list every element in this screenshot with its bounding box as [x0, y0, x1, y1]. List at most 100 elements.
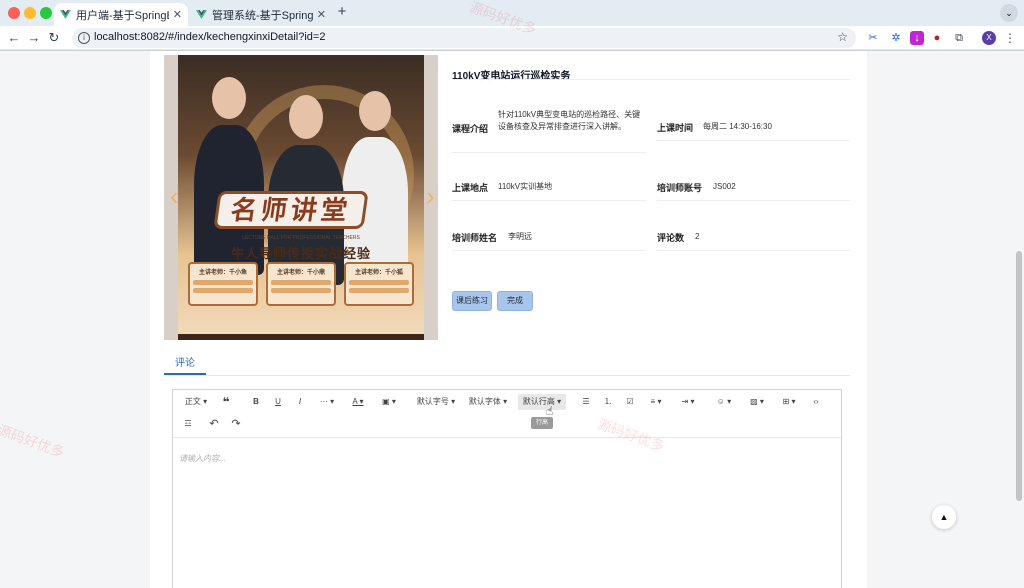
scrollbar-thumb[interactable]	[1016, 251, 1022, 501]
complete-button[interactable]: 完成	[497, 291, 533, 311]
code-view-icon[interactable]: ‹›	[807, 394, 825, 410]
table-icon[interactable]: ⊞ ▾	[777, 394, 801, 410]
font-family-dropdown[interactable]: 默认字体 ▾	[467, 394, 509, 410]
divider	[164, 375, 850, 376]
field-label: 上课时间	[657, 123, 694, 133]
after-class-practice-button[interactable]: 课后练习	[452, 291, 492, 311]
field-trainer-account: 培训师账号 JS002	[657, 181, 850, 201]
vue-logo-icon	[60, 10, 71, 19]
watermark: 源码好优多	[0, 421, 67, 461]
browser-tab-admin[interactable]: 管理系统-基于SpringBoot的电 ✕	[190, 3, 332, 26]
poster-english-text: LECTURE HALL FOR PROFESSIONAL TEACHERS	[242, 235, 360, 241]
speaker-name: 主讲老师：千小鱼	[198, 270, 247, 276]
carousel-next-chevron-icon[interactable]: ›	[426, 183, 435, 209]
course-detail-card: 名师讲堂 LECTURE HALL FOR PROFESSIONAL TEACH…	[150, 51, 867, 588]
bullet-list-icon[interactable]: ☰	[579, 394, 593, 410]
more-styles-icon[interactable]: ··· ▾	[315, 394, 339, 410]
speaker-name: 主讲老师：千小鼎	[276, 270, 325, 276]
emoji-icon[interactable]: ☺ ▾	[713, 394, 735, 410]
reload-icon[interactable]: ↻	[46, 30, 62, 46]
field-class-time: 上课时间 每周二 14:30-16:30	[657, 121, 850, 141]
browser-menu-icon[interactable]: ⋮	[1004, 31, 1016, 45]
font-color-icon[interactable]: A ▾	[347, 394, 369, 410]
speaker-card: 主讲老师：千小鼎	[266, 262, 336, 306]
align-icon[interactable]: ≡ ▾	[645, 394, 667, 410]
mouse-pointer-icon: ☝	[546, 404, 554, 418]
window-close-button[interactable]	[8, 7, 20, 19]
paragraph-style-dropdown[interactable]: 正文 ▾	[183, 394, 209, 410]
poster-speaker-cards: 主讲老师：千小鱼 主讲老师：千小鼎 主讲老师：千小狐	[188, 262, 414, 306]
font-size-label: 默认字号	[416, 397, 449, 406]
field-label: 课程介绍	[452, 124, 489, 134]
tab-close-icon[interactable]: ✕	[317, 8, 326, 21]
divider	[452, 79, 850, 80]
tab-title: 管理系统-基于SpringBoot的电	[212, 9, 313, 22]
undo-icon[interactable]: ↶	[207, 416, 221, 432]
vue-logo-icon	[196, 10, 207, 19]
window-zoom-button[interactable]	[40, 7, 52, 19]
url-text: localhost:8082/#/index/kechengxinxiDetai…	[94, 31, 326, 43]
download-extension-icon[interactable]: ↓	[910, 31, 924, 45]
todo-checkbox-icon[interactable]: ☑	[623, 394, 637, 410]
field-class-location: 上课地点 110kV实训基地	[452, 181, 646, 201]
extensions-puzzle-icon[interactable]: ⧉	[952, 31, 966, 45]
field-course-intro: 课程介绍 针对110kV典型变电站的巡检路径、关键设备核查及异常排查进行深入讲解…	[452, 109, 646, 153]
speaker-name: 主讲老师：千小狐	[354, 270, 403, 276]
divider-line-icon[interactable]: ☲	[181, 416, 195, 432]
browser-tab-user[interactable]: 用户端-基于SpringBoot的电力 ✕	[54, 3, 188, 26]
address-bar[interactable]: i localhost:8082/#/index/kechengxinxiDet…	[72, 28, 856, 48]
field-value: 每周二 14:30-16:30	[703, 122, 772, 131]
browser-toolbar: ← → ↻ i localhost:8082/#/index/kechengxi…	[0, 26, 1024, 50]
italic-icon[interactable]: I	[293, 394, 307, 410]
bookmark-star-icon[interactable]: ☆	[837, 30, 848, 44]
font-family-label: 默认字体	[468, 397, 501, 406]
profile-avatar[interactable]: X	[982, 31, 996, 45]
editor-placeholder: 请输入内容...	[179, 454, 226, 463]
page-viewport: 名师讲堂 LECTURE HALL FOR PROFESSIONAL TEACH…	[0, 51, 1024, 588]
field-value: JS002	[713, 182, 736, 191]
tab-comments[interactable]: 评论	[164, 355, 206, 375]
blockquote-icon[interactable]: ❝	[219, 394, 233, 410]
back-arrow-icon[interactable]: ←	[6, 30, 22, 46]
comment-editor: 正文 ▾ ❝ B U I ··· ▾ A ▾ ▣ ▾ 默认字号 ▾ 默认字体 ▾…	[172, 389, 842, 588]
field-trainer-name: 培训师姓名 李明远	[452, 231, 646, 251]
carousel-prev-chevron-icon[interactable]: ‹	[170, 183, 179, 209]
editor-toolbar: 正文 ▾ ❝ B U I ··· ▾ A ▾ ▣ ▾ 默认字号 ▾ 默认字体 ▾…	[173, 390, 841, 438]
site-info-icon[interactable]: i	[78, 32, 90, 44]
field-value: 110kV实训基地	[498, 182, 553, 191]
field-label: 评论数	[657, 233, 685, 243]
line-height-tooltip: 行高	[531, 417, 553, 429]
numbered-list-icon[interactable]: ⒈	[601, 394, 615, 410]
scissors-extension-icon[interactable]: ✂	[866, 31, 880, 45]
line-height-dropdown[interactable]: 默认行高 ▾	[518, 394, 566, 410]
poster-banner: 名师讲堂	[213, 191, 369, 229]
field-value: 李明远	[508, 232, 532, 241]
field-value: 针对110kV典型变电站的巡检路径、关键设备核查及异常排查进行深入讲解。	[498, 110, 641, 131]
speaker-card: 主讲老师：千小狐	[344, 262, 414, 306]
browser-tab-bar: 用户端-基于SpringBoot的电力 ✕ 管理系统-基于SpringBoot的…	[0, 0, 1024, 26]
tab-search-chevron-icon[interactable]: ⌄	[1000, 4, 1018, 22]
field-label: 上课地点	[452, 183, 489, 193]
speaker-card: 主讲老师：千小鱼	[188, 262, 258, 306]
puzzle-color-extension-icon[interactable]: ✲	[889, 31, 903, 45]
course-poster-carousel[interactable]: 名师讲堂 LECTURE HALL FOR PROFESSIONAL TEACH…	[164, 55, 438, 340]
font-size-dropdown[interactable]: 默认字号 ▾	[415, 394, 457, 410]
field-label: 培训师账号	[657, 183, 703, 193]
field-label: 培训师姓名	[452, 233, 498, 243]
back-to-top-button[interactable]: ▲	[932, 505, 956, 529]
new-tab-button[interactable]: +	[334, 4, 350, 20]
page-scrollbar[interactable]	[1014, 51, 1024, 588]
poster-bottom-strip	[178, 334, 424, 340]
redo-icon[interactable]: ↷	[229, 416, 243, 432]
underline-icon[interactable]: U	[271, 394, 285, 410]
bold-icon[interactable]: B	[249, 394, 263, 410]
background-color-icon[interactable]: ▣ ▾	[377, 394, 401, 410]
window-minimize-button[interactable]	[24, 7, 36, 19]
image-icon[interactable]: ▨ ▾	[745, 394, 769, 410]
record-extension-icon[interactable]: ●	[930, 31, 944, 45]
indent-icon[interactable]: ⇥ ▾	[677, 394, 699, 410]
paragraph-style-label: 正文	[184, 397, 201, 406]
forward-arrow-icon[interactable]: →	[26, 30, 42, 46]
tab-close-icon[interactable]: ✕	[173, 8, 182, 21]
field-value: 2	[695, 232, 700, 241]
